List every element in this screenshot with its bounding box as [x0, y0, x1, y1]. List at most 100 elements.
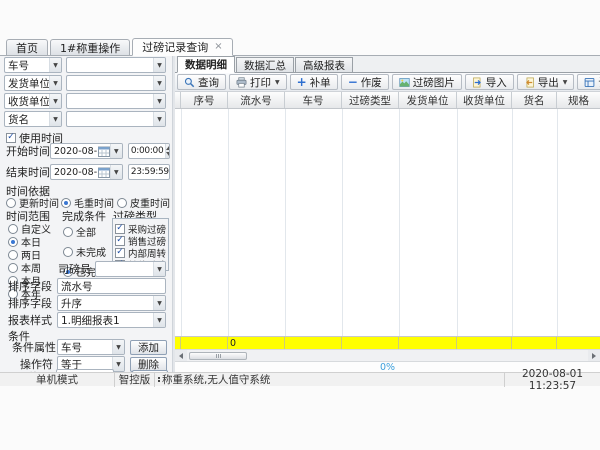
- vehicle-value-combo[interactable]: ▼: [66, 57, 166, 73]
- field-select-vehicle[interactable]: 车号▼: [4, 57, 62, 73]
- calendar-icon: [98, 167, 110, 178]
- import-button[interactable]: 导入: [465, 74, 514, 90]
- tab-data-detail[interactable]: 数据明细: [177, 56, 235, 73]
- settings-button[interactable]: 设置: [577, 74, 600, 90]
- radio-selected-icon: [61, 198, 71, 208]
- checkbox-checked-icon: ✓: [115, 236, 125, 246]
- chevron-down-icon: ▼: [110, 144, 122, 158]
- radio-icon: [6, 198, 16, 208]
- summary-cell: [457, 337, 512, 349]
- close-icon[interactable]: ×: [214, 42, 222, 52]
- chevron-down-icon: ▼: [563, 79, 568, 86]
- filter-row-shipper: 发货单位▼ ▼: [4, 75, 168, 91]
- start-date-value: 2020-08-01: [51, 146, 97, 157]
- start-date-picker[interactable]: 2020-08-01 ▼: [50, 143, 123, 159]
- column-header-spec[interactable]: 规格: [557, 92, 600, 108]
- receiver-value-combo[interactable]: ▼: [66, 93, 166, 109]
- checkbox-checked-icon: ✓: [115, 248, 125, 258]
- summary-cell: [342, 337, 399, 349]
- settings-icon: [584, 77, 595, 88]
- sort-field-input[interactable]: 流水号: [57, 278, 166, 294]
- tab-data-summary[interactable]: 数据汇总: [236, 57, 294, 72]
- goods-value-combo[interactable]: ▼: [66, 111, 166, 127]
- export-button[interactable]: 导出 ▼: [517, 74, 575, 90]
- search-icon: [184, 77, 195, 88]
- column-header-receiver[interactable]: 收货单位: [457, 92, 512, 108]
- chevron-down-icon: ▼: [153, 296, 165, 310]
- end-date-picker[interactable]: 2020-08-01 ▼: [50, 164, 123, 180]
- plus-icon: +: [297, 77, 307, 87]
- condition-attr-combo[interactable]: 车号▼: [57, 339, 125, 355]
- start-time-stepper[interactable]: 0:00:00: [128, 143, 170, 159]
- calendar-icon: [98, 146, 110, 157]
- checkbox-checked-icon: ✓: [115, 224, 125, 234]
- radio-icon: [8, 263, 18, 273]
- chevron-down-icon: ▼: [153, 58, 165, 72]
- radio-icon: [8, 250, 18, 260]
- summary-cell: [512, 337, 557, 349]
- tab-weigh-operation[interactable]: 1#称重操作: [50, 39, 130, 55]
- chevron-down-icon: ▼: [153, 94, 165, 108]
- query-button[interactable]: 查询: [177, 74, 226, 90]
- end-time-value: 23:59:59: [129, 167, 170, 177]
- summary-row: 0: [175, 336, 600, 349]
- grid-body[interactable]: [175, 109, 600, 336]
- column-header-vehicle[interactable]: 车号: [285, 92, 342, 108]
- end-time-row: 结束时间 2020-08-01 ▼ 23:59:59: [6, 164, 170, 180]
- weigh-image-icon: [399, 77, 410, 88]
- radio-unfinished[interactable]: 未完成: [63, 244, 106, 259]
- tab-weigh-record-query[interactable]: 过磅记录查询 ×: [132, 38, 232, 56]
- weigh-image-button[interactable]: 过磅图片: [392, 74, 462, 90]
- report-style-combo[interactable]: 1.明细报表1▼: [57, 312, 166, 328]
- radio-all[interactable]: 全部: [63, 224, 96, 239]
- operator-combo[interactable]: ▼: [95, 261, 166, 277]
- summary-cell: [557, 337, 600, 349]
- field-select-shipper[interactable]: 发货单位▼: [4, 75, 62, 91]
- summary-seq-cell: [181, 337, 228, 349]
- radio-icon: [8, 224, 18, 234]
- chevron-down-icon: ▼: [49, 94, 61, 108]
- end-time-stepper[interactable]: 23:59:59: [128, 164, 170, 180]
- condition-attr-row: 条件属性 车号▼ 添加: [12, 339, 168, 355]
- field-select-goods[interactable]: 货名▼: [4, 111, 62, 127]
- tab-home-label: 首页: [16, 40, 38, 56]
- add-condition-button[interactable]: 添加: [130, 340, 167, 355]
- column-header-shipper[interactable]: 发货单位: [399, 92, 457, 108]
- report-style-label: 报表样式: [8, 312, 57, 328]
- condition-attr-value: 车号: [58, 340, 112, 355]
- summary-cell: [285, 337, 342, 349]
- summary-count-cell: 0: [228, 337, 285, 349]
- radio-selected-icon: [8, 237, 18, 247]
- status-mode: 单机模式: [0, 372, 115, 387]
- shipper-value-combo[interactable]: ▼: [66, 75, 166, 91]
- void-button[interactable]: − 作废: [341, 74, 389, 90]
- scrollbar-thumb[interactable]: [189, 352, 247, 360]
- chevron-down-icon: ▼: [275, 79, 280, 86]
- screenshot-stage: 首页 1#称重操作 过磅记录查询 × 车号▼ ▼ 发货单位▼ ▼ 收货单位▼ ▼: [0, 0, 600, 450]
- supplement-order-button[interactable]: + 补单: [290, 74, 338, 90]
- radio-icon: [63, 247, 73, 257]
- tab-home[interactable]: 首页: [6, 39, 48, 55]
- column-header-goods[interactable]: 货名: [512, 92, 557, 108]
- print-button[interactable]: 打印 ▼: [229, 74, 287, 90]
- sort-order-label: 排序字段: [8, 295, 57, 311]
- condition-attr-label: 条件属性: [12, 339, 57, 355]
- scroll-right-icon[interactable]: [588, 350, 600, 361]
- chevron-down-icon: ▼: [110, 165, 122, 179]
- filter-row-goods: 货名▼ ▼: [4, 111, 168, 127]
- report-style-row: 报表样式 1.明细报表1▼: [8, 312, 168, 328]
- field-select-receiver[interactable]: 收货单位▼: [4, 93, 62, 109]
- horizontal-scrollbar[interactable]: [175, 349, 600, 361]
- chevron-down-icon: ▼: [49, 76, 61, 90]
- tab-advanced-report[interactable]: 高级报表: [295, 57, 353, 72]
- checkbox-checked-icon: ✓: [6, 133, 16, 143]
- sort-order-combo[interactable]: 升序▼: [57, 295, 166, 311]
- radio-icon: [117, 198, 127, 208]
- export-icon: [524, 77, 535, 88]
- column-header-seq[interactable]: 序号: [181, 92, 228, 108]
- column-header-serial[interactable]: 流水号: [228, 92, 285, 108]
- end-time-label: 结束时间: [6, 164, 50, 180]
- column-header-weigh-type[interactable]: 过磅类型: [342, 92, 399, 108]
- sort-field-value: 流水号: [61, 279, 93, 294]
- scroll-left-icon[interactable]: [175, 350, 187, 361]
